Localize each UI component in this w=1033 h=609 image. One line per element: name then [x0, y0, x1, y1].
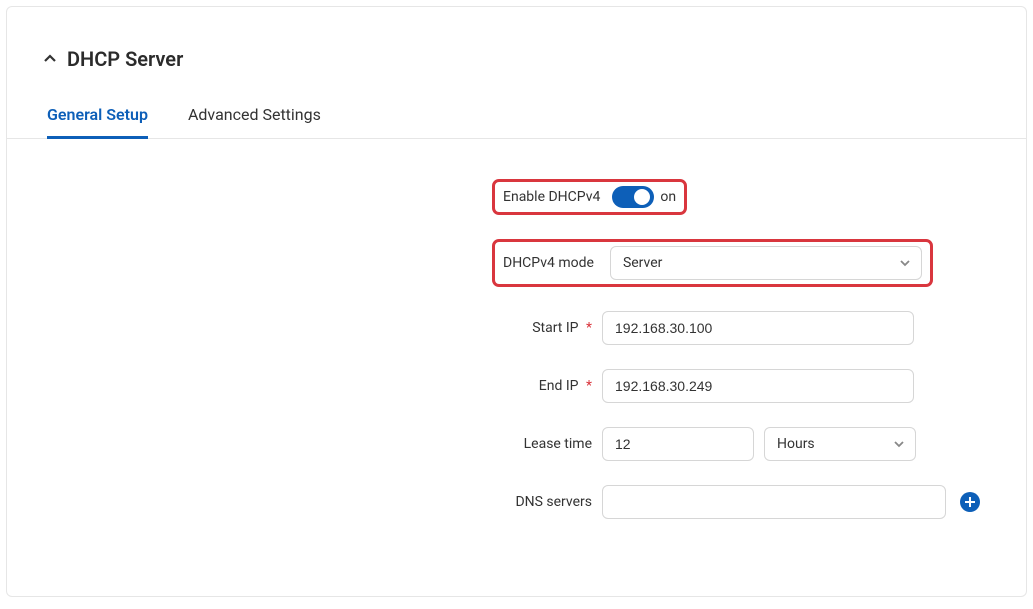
- add-dns-server-button[interactable]: [960, 492, 980, 512]
- enable-dhcpv4-toggle[interactable]: [612, 186, 654, 208]
- enable-dhcpv4-state: on: [660, 189, 676, 205]
- lease-time-unit-value: Hours: [777, 436, 815, 452]
- required-asterisk: *: [586, 320, 592, 336]
- dns-servers-input[interactable]: [602, 485, 946, 519]
- row-dns-servers: DNS servers: [7, 485, 1026, 519]
- start-ip-label-wrap: Start IP *: [7, 320, 602, 336]
- enable-dhcpv4-label: Enable DHCPv4: [503, 189, 600, 205]
- row-dhcpv4-mode: DHCPv4 mode Server: [7, 239, 1026, 287]
- end-ip-input[interactable]: [602, 369, 914, 403]
- row-enable-dhcpv4: Enable DHCPv4 on: [7, 179, 1026, 215]
- tabs: General Setup Advanced Settings: [7, 97, 1026, 139]
- row-end-ip: End IP *: [7, 369, 1026, 403]
- chevron-down-icon: [893, 436, 905, 452]
- chevron-up-icon: [43, 52, 57, 66]
- chevron-down-icon: [899, 255, 911, 271]
- tab-advanced-settings[interactable]: Advanced Settings: [188, 97, 321, 138]
- toggle-knob: [634, 189, 650, 205]
- dhcpv4-mode-value: Server: [623, 255, 662, 271]
- dns-servers-label: DNS servers: [515, 494, 592, 510]
- dhcp-server-panel: DHCP Server General Setup Advanced Setti…: [6, 6, 1027, 597]
- lease-time-label: Lease time: [524, 436, 592, 452]
- section-header[interactable]: DHCP Server: [7, 7, 1026, 97]
- highlight-enable-dhcpv4: Enable DHCPv4 on: [492, 179, 687, 215]
- start-ip-label: Start IP: [532, 320, 578, 336]
- lease-time-input[interactable]: [602, 427, 754, 461]
- lease-time-label-wrap: Lease time: [7, 436, 602, 452]
- start-ip-input[interactable]: [602, 311, 914, 345]
- section-title: DHCP Server: [67, 47, 183, 71]
- required-asterisk: *: [586, 378, 592, 394]
- dhcpv4-mode-select[interactable]: Server: [610, 246, 922, 280]
- dhcpv4-mode-label: DHCPv4 mode: [503, 255, 594, 271]
- row-lease-time: Lease time Hours: [7, 427, 1026, 461]
- tab-general-setup[interactable]: General Setup: [47, 97, 148, 138]
- lease-time-unit-select[interactable]: Hours: [764, 427, 916, 461]
- form-area: Enable DHCPv4 on DHCPv4 mode Server: [7, 139, 1026, 519]
- row-start-ip: Start IP *: [7, 311, 1026, 345]
- dns-servers-label-wrap: DNS servers: [7, 494, 602, 510]
- end-ip-label: End IP: [539, 378, 579, 394]
- end-ip-label-wrap: End IP *: [7, 378, 602, 394]
- highlight-dhcpv4-mode: DHCPv4 mode Server: [492, 239, 933, 287]
